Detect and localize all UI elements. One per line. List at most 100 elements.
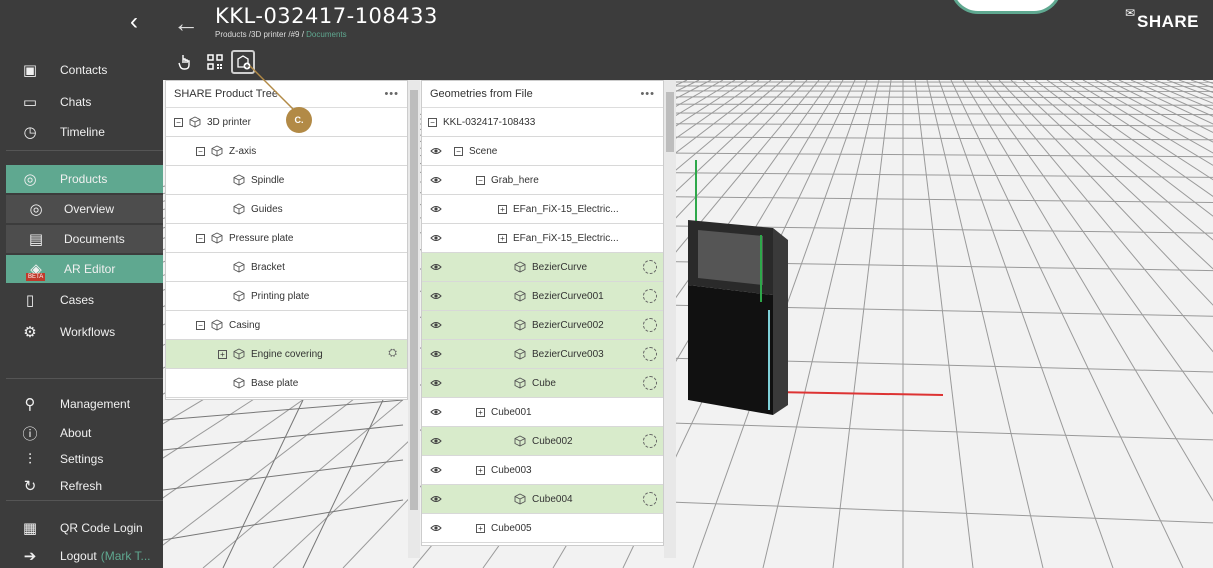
expand-icon[interactable]: + bbox=[476, 407, 485, 417]
printer-model[interactable] bbox=[688, 220, 788, 415]
geometry-row[interactable]: Cube004 bbox=[422, 485, 663, 514]
linked-geometry-icon[interactable]: ⛭ bbox=[388, 347, 397, 360]
geometry-row[interactable]: BezierCurve003 bbox=[422, 340, 663, 369]
product-tree-more-button[interactable]: ••• bbox=[384, 88, 399, 100]
collapse-icon[interactable]: − bbox=[174, 117, 183, 127]
collapse-icon[interactable]: − bbox=[428, 117, 437, 127]
hand-pointer-icon[interactable] bbox=[173, 50, 197, 74]
breadcrumb: Products /3D printer /#9 / Documents bbox=[215, 30, 347, 39]
product-tree-scrollbar[interactable] bbox=[408, 80, 420, 558]
focus-target-icon[interactable] bbox=[643, 289, 657, 303]
geometry-row[interactable]: BezierCurve bbox=[422, 253, 663, 282]
geometry-row[interactable]: − KKL-032417-108433 bbox=[422, 108, 663, 137]
focus-target-icon[interactable] bbox=[643, 347, 657, 361]
sidebar-item-ar-editor[interactable]: ◈ BETA AR Editor bbox=[6, 255, 163, 283]
visibility-eye-icon[interactable] bbox=[430, 146, 442, 156]
focus-target-icon[interactable] bbox=[643, 260, 657, 274]
sidebar-item-about[interactable]: ⓘ About bbox=[6, 419, 163, 447]
geometry-row[interactable]: Cube bbox=[422, 369, 663, 398]
sidebar-item-refresh[interactable]: ↻ Refresh bbox=[6, 472, 163, 500]
geometry-row-label: Cube003 bbox=[491, 464, 532, 476]
sidebar-item-label: Documents bbox=[64, 232, 125, 246]
cube-icon bbox=[233, 203, 245, 215]
geometry-row[interactable]: − Grab_here bbox=[422, 166, 663, 195]
qr-grid-icon[interactable] bbox=[203, 50, 227, 74]
sidebar-item-logout[interactable]: ➔ Logout (Mark T... bbox=[6, 542, 163, 568]
tree-row[interactable]: − Pressure plate bbox=[166, 224, 407, 253]
collapse-sidebar-button[interactable]: ‹ bbox=[120, 8, 148, 36]
focus-target-icon[interactable] bbox=[643, 492, 657, 506]
timeline-icon: ◷ bbox=[23, 124, 37, 141]
geometry-row-label: Cube002 bbox=[532, 435, 573, 447]
tree-row[interactable]: − Casing bbox=[166, 311, 407, 340]
collapse-icon[interactable]: − bbox=[454, 146, 463, 156]
product-tree-scroll-thumb[interactable] bbox=[410, 90, 418, 510]
collapse-icon[interactable]: − bbox=[476, 175, 485, 185]
visibility-eye-icon[interactable] bbox=[430, 465, 442, 475]
tree-row[interactable]: Spindle bbox=[166, 166, 407, 195]
geometry-row[interactable]: BezierCurve001 bbox=[422, 282, 663, 311]
sidebar-item-overview[interactable]: ◎ Overview bbox=[6, 195, 163, 223]
cube-icon bbox=[514, 348, 526, 360]
back-arrow-icon[interactable]: ← bbox=[173, 8, 199, 39]
focus-target-icon[interactable] bbox=[643, 318, 657, 332]
sidebar-item-settings[interactable]: ⫶ Settings bbox=[6, 445, 163, 473]
geometry-row[interactable]: + EFan_FiX-15_Electric... bbox=[422, 224, 663, 253]
geometry-row[interactable]: Cube002 bbox=[422, 427, 663, 456]
tree-row[interactable]: − Z-axis bbox=[166, 137, 407, 166]
visibility-eye-icon[interactable] bbox=[430, 204, 442, 214]
sidebar-item-documents[interactable]: ▤ Documents bbox=[6, 225, 163, 253]
sidebar-item-timeline[interactable]: ◷ Timeline bbox=[6, 118, 163, 146]
geometry-row[interactable]: − Scene bbox=[422, 137, 663, 166]
collapse-icon[interactable]: − bbox=[196, 233, 205, 243]
geometry-row[interactable]: + Cube001 bbox=[422, 398, 663, 427]
expand-icon[interactable]: + bbox=[476, 523, 485, 533]
expand-icon[interactable]: + bbox=[498, 233, 507, 243]
sidebar-item-workflows[interactable]: ⚙ Workflows bbox=[6, 318, 163, 346]
geometry-row[interactable]: BezierCurve002 bbox=[422, 311, 663, 340]
sidebar-item-qr-code-login[interactable]: ▦ QR Code Login bbox=[6, 514, 163, 542]
collapse-icon[interactable]: − bbox=[196, 320, 205, 330]
tree-row[interactable]: Base plate bbox=[166, 369, 407, 398]
focus-target-icon[interactable] bbox=[643, 376, 657, 390]
sidebar-item-products[interactable]: ◎ Products bbox=[6, 165, 163, 193]
overview-icon: ◎ bbox=[29, 201, 43, 218]
tree-row[interactable]: Guides bbox=[166, 195, 407, 224]
sidebar-item-label: Logout bbox=[60, 549, 97, 563]
focus-target-icon[interactable] bbox=[643, 434, 657, 448]
tree-row[interactable]: Bracket bbox=[166, 253, 407, 282]
geometry-row[interactable]: + EFan_FiX-15_Electric... bbox=[422, 195, 663, 224]
collapse-icon[interactable]: − bbox=[196, 146, 205, 156]
geometry-row[interactable]: + Cube003 bbox=[422, 456, 663, 485]
visibility-eye-icon[interactable] bbox=[430, 523, 442, 533]
expand-icon[interactable]: + bbox=[476, 465, 485, 475]
chat-icon: ▭ bbox=[22, 94, 38, 111]
sidebar-item-cases[interactable]: ▯ Cases bbox=[6, 286, 163, 314]
tree-row[interactable]: + Engine covering ⛭ bbox=[166, 340, 407, 369]
visibility-eye-icon[interactable] bbox=[430, 349, 442, 359]
expand-icon[interactable]: + bbox=[218, 349, 227, 359]
visibility-eye-icon[interactable] bbox=[430, 320, 442, 330]
visibility-eye-icon[interactable] bbox=[430, 262, 442, 272]
geometries-more-button[interactable]: ••• bbox=[640, 88, 655, 100]
visibility-eye-icon[interactable] bbox=[430, 436, 442, 446]
geometry-row[interactable]: + Cube005 bbox=[422, 514, 663, 543]
cube-icon bbox=[514, 319, 526, 331]
sidebar-item-management[interactable]: ⚲ Management bbox=[6, 390, 163, 418]
expand-icon[interactable]: + bbox=[498, 204, 507, 214]
visibility-eye-icon[interactable] bbox=[430, 291, 442, 301]
visibility-eye-icon[interactable] bbox=[430, 378, 442, 388]
sidebar-item-chats[interactable]: ▭ Chats bbox=[6, 88, 163, 116]
geometries-scroll-thumb[interactable] bbox=[666, 92, 674, 152]
visibility-eye-icon[interactable] bbox=[430, 175, 442, 185]
visibility-eye-icon[interactable] bbox=[430, 233, 442, 243]
sidebar-item-label: Management bbox=[60, 397, 131, 411]
tree-row-label: Pressure plate bbox=[229, 232, 294, 244]
breadcrumb-current[interactable]: Documents bbox=[306, 30, 346, 39]
tree-row[interactable]: Printing plate bbox=[166, 282, 407, 311]
sidebar-item-label: Chats bbox=[60, 95, 92, 109]
sidebar-item-contacts[interactable]: ▣ Contacts bbox=[6, 56, 163, 84]
geometries-scrollbar[interactable] bbox=[664, 80, 676, 558]
visibility-eye-icon[interactable] bbox=[430, 494, 442, 504]
visibility-eye-icon[interactable] bbox=[430, 407, 442, 417]
